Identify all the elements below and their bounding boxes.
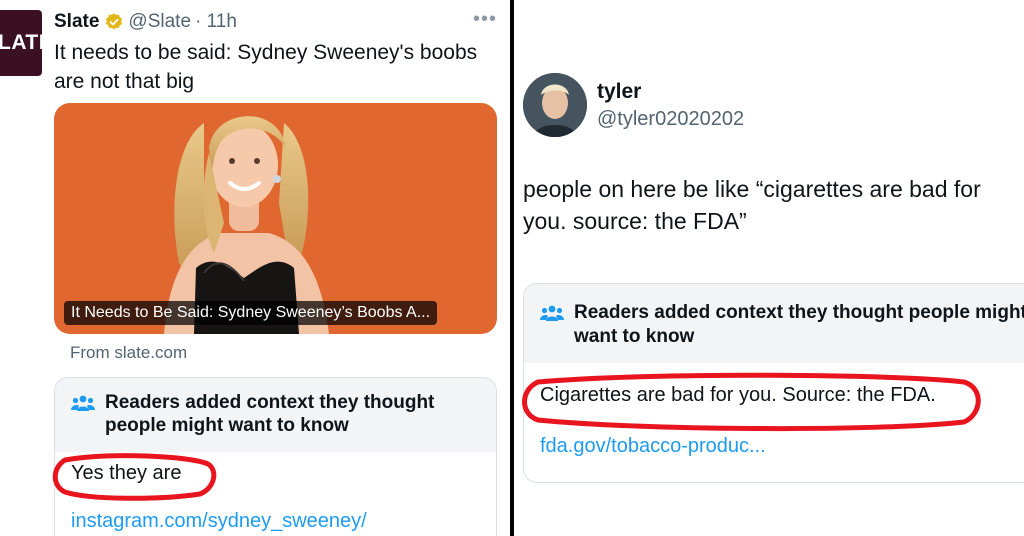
readers-group-icon xyxy=(71,395,95,411)
community-note: Readers added context they thought peopl… xyxy=(523,283,1024,483)
author-handle[interactable]: @tyler02020202 xyxy=(597,108,744,131)
author-handle[interactable]: @Slate xyxy=(128,11,191,33)
note-text: Yes they are xyxy=(71,462,182,484)
tyler-avatar[interactable] xyxy=(523,73,587,137)
note-body: Cigarettes are bad for you. Source: the … xyxy=(524,363,1024,458)
note-text: Cigarettes are bad for you. Source: the … xyxy=(540,384,936,406)
note-header-text: Readers added context they thought peopl… xyxy=(105,392,435,436)
note-header: Readers added context they thought peopl… xyxy=(524,284,1024,363)
avatar-photo xyxy=(523,73,587,137)
tyler-tweet-panel: tyler @tyler02020202 people on here be l… xyxy=(514,0,1024,536)
link-source[interactable]: From slate.com xyxy=(70,343,187,363)
tweet-header: Slate @Slate · 11h xyxy=(54,11,237,33)
note-header-text: Readers added context they thought peopl… xyxy=(574,302,1024,347)
photo-illustration xyxy=(164,116,329,334)
link-card-title[interactable]: It Needs to Be Said: Sydney Sweeney’s Bo… xyxy=(64,301,438,325)
note-header: Readers added context they thought peopl… xyxy=(55,378,496,452)
community-note: Readers added context they thought peopl… xyxy=(54,377,497,536)
slate-tweet-panel: LATE Slate @Slate · 11h ••• It needs to … xyxy=(0,0,512,536)
readers-group-icon xyxy=(540,305,564,321)
avatar-logo-text: LATE xyxy=(0,31,54,54)
author-name[interactable]: tyler xyxy=(597,80,641,104)
note-source-link[interactable]: instagram.com/sydney_sweeney/ xyxy=(71,510,482,533)
more-options-icon[interactable]: ••• xyxy=(473,8,497,31)
link-card-image[interactable]: It Needs to Be Said: Sydney Sweeney’s Bo… xyxy=(54,103,497,334)
author-name[interactable]: Slate xyxy=(54,11,99,33)
tweet-time[interactable]: · 11h xyxy=(195,11,237,33)
verified-badge-icon xyxy=(106,13,123,30)
tweet-text: people on here be like “cigarettes are b… xyxy=(523,176,981,234)
slate-avatar[interactable]: LATE xyxy=(0,10,53,76)
note-body: Yes they are instagram.com/sydney_sweene… xyxy=(55,452,496,533)
tweet-text: It needs to be said: Sydney Sweeney's bo… xyxy=(54,41,478,93)
note-source-link[interactable]: fda.gov/tobacco-produc... xyxy=(540,435,1024,458)
